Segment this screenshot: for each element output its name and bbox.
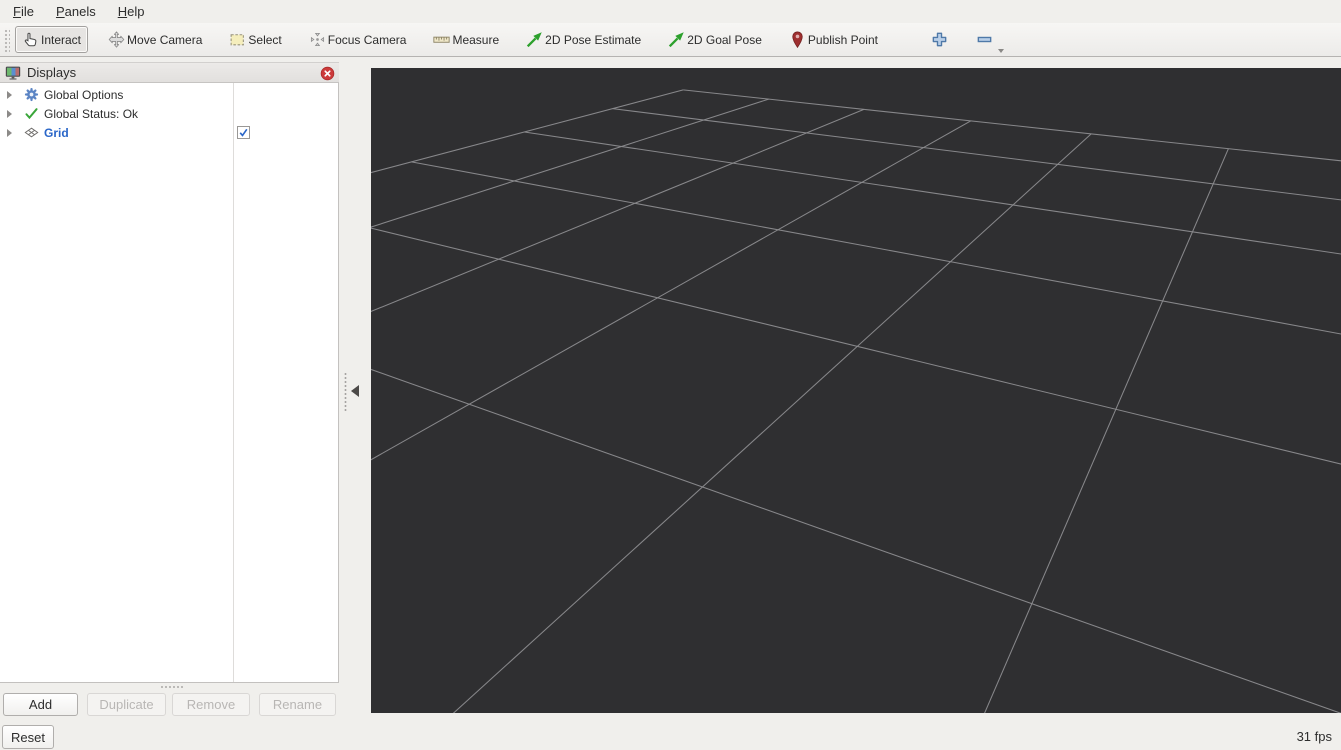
fps-counter: 31 fps bbox=[1297, 729, 1332, 744]
green-arrow-icon bbox=[668, 31, 685, 48]
expand-arrow-icon[interactable] bbox=[7, 110, 12, 118]
menu-item-panels[interactable]: Panels bbox=[53, 3, 99, 20]
display-row-label: Global Options bbox=[44, 88, 123, 102]
displays-panel-buttons: Add Duplicate Remove Rename bbox=[3, 693, 336, 716]
expand-arrow-icon[interactable] bbox=[7, 91, 12, 99]
tool-focus-camera[interactable]: Focus Camera bbox=[302, 26, 414, 53]
focus-arrows-icon bbox=[309, 31, 326, 48]
rename-button: Rename bbox=[259, 693, 336, 716]
monitor-icon bbox=[5, 65, 21, 81]
toolbar-drag-handle[interactable] bbox=[3, 28, 10, 52]
tool-label: 2D Goal Pose bbox=[687, 33, 762, 47]
grid-diamond-icon bbox=[24, 125, 39, 140]
menu-item-file[interactable]: File bbox=[10, 3, 37, 20]
plus-icon bbox=[931, 31, 948, 48]
panel-splitter-handle[interactable] bbox=[344, 372, 347, 412]
toolbar: Interact Move Camera Select Focus Camera Mea… bbox=[0, 23, 1341, 57]
display-row-global-options[interactable]: Global Options bbox=[0, 85, 338, 104]
display-row-global-status-ok[interactable]: Global Status: Ok bbox=[0, 104, 338, 123]
tool-label: Interact bbox=[41, 33, 81, 47]
remove-button: Remove bbox=[172, 693, 250, 716]
reset-button[interactable]: Reset bbox=[2, 725, 54, 749]
panel-resize-handle[interactable] bbox=[160, 685, 184, 690]
green-arrow-icon bbox=[526, 31, 543, 48]
gear-icon bbox=[24, 87, 39, 102]
tool-interact[interactable]: Interact bbox=[15, 26, 88, 53]
displays-tree: Global Options Global Status: Ok Grid bbox=[0, 83, 339, 683]
tool-select[interactable]: Select bbox=[222, 26, 288, 53]
toolbar-tools: Interact Move Camera Select Focus Camera Mea… bbox=[15, 26, 1011, 53]
tool-label: 2D Pose Estimate bbox=[545, 33, 641, 47]
displays-panel-title: Displays bbox=[27, 65, 76, 80]
tool-label: Publish Point bbox=[808, 33, 878, 47]
remove-tool-button[interactable] bbox=[971, 26, 998, 53]
tool-label: Move Camera bbox=[127, 33, 202, 47]
display-row-label: Grid bbox=[44, 126, 69, 140]
render-viewport[interactable] bbox=[371, 68, 1341, 713]
hand-cursor-icon bbox=[22, 31, 39, 48]
ruler-icon bbox=[433, 31, 450, 48]
selection-box-icon bbox=[229, 31, 246, 48]
tree-column-divider bbox=[233, 83, 234, 682]
map-pin-icon bbox=[789, 31, 806, 48]
close-icon[interactable] bbox=[320, 66, 335, 81]
minus-icon bbox=[976, 31, 993, 48]
tool-label: Measure bbox=[452, 33, 499, 47]
tool-label: Focus Camera bbox=[328, 33, 407, 47]
tool-2d-pose-estimate[interactable]: 2D Pose Estimate bbox=[519, 26, 648, 53]
tool-label: Select bbox=[248, 33, 281, 47]
duplicate-button: Duplicate bbox=[87, 693, 166, 716]
grid-3d bbox=[371, 68, 1341, 713]
expand-arrow-icon[interactable] bbox=[7, 129, 12, 137]
check-icon bbox=[24, 106, 39, 121]
display-row-label: Global Status: Ok bbox=[44, 107, 138, 121]
move-arrows-icon bbox=[108, 31, 125, 48]
enabled-checkbox[interactable] bbox=[237, 126, 250, 139]
display-row-grid[interactable]: Grid bbox=[0, 123, 338, 142]
panel-collapse-arrow-icon[interactable] bbox=[351, 385, 359, 397]
menu-bar: File Panels Help bbox=[0, 0, 1341, 23]
dropdown-arrow-icon[interactable] bbox=[998, 49, 1004, 53]
tool-publish-point[interactable]: Publish Point bbox=[782, 26, 885, 53]
tool-move-camera[interactable]: Move Camera bbox=[101, 26, 209, 53]
add-button[interactable]: Add bbox=[3, 693, 78, 716]
rviz-window: { "menu": { "items": [ {"label": "File",… bbox=[0, 0, 1341, 750]
displays-panel-header: Displays bbox=[0, 62, 339, 83]
menu-item-help[interactable]: Help bbox=[115, 3, 148, 20]
add-tool-button[interactable] bbox=[926, 26, 953, 53]
tool-2d-goal-pose[interactable]: 2D Goal Pose bbox=[661, 26, 769, 53]
tool-measure[interactable]: Measure bbox=[426, 26, 506, 53]
